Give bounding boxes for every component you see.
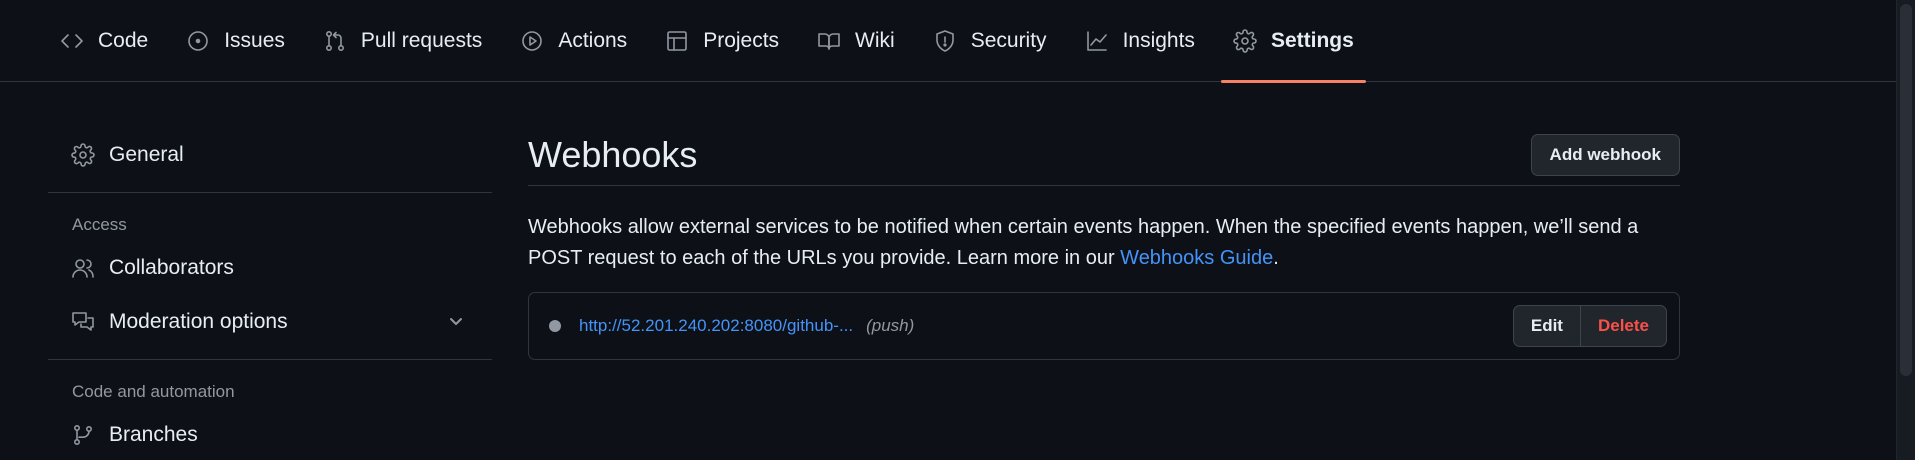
book-icon [817, 29, 841, 53]
issue-icon [186, 29, 210, 53]
nav-tab-security[interactable]: Security [921, 0, 1059, 82]
people-icon [71, 256, 95, 280]
nav-tab-label: Pull requests [360, 28, 483, 52]
comment-discussion-icon [71, 310, 95, 334]
nav-tab-label: Code [98, 28, 149, 52]
description-end: . [1273, 247, 1279, 269]
scrollbar-thumb[interactable] [1900, 4, 1912, 376]
sidebar-divider [48, 192, 492, 193]
webhook-url-link[interactable]: http://52.201.240.202:8080/github-... [579, 316, 853, 336]
edit-webhook-button[interactable]: Edit [1514, 306, 1580, 346]
nav-tab-wiki[interactable]: Wiki [805, 0, 907, 82]
repo-nav: Code Issues Pull requests Actions Projec… [0, 0, 1896, 83]
nav-tab-label: Wiki [855, 28, 895, 52]
description-text: Webhooks allow external services to be n… [528, 216, 1639, 269]
sidebar-item-label: General [109, 143, 184, 166]
sidebar-item-moderation-options[interactable]: Moderation options [48, 295, 492, 349]
webhook-actions: Edit Delete [1512, 305, 1667, 347]
pull-request-icon [323, 29, 347, 53]
nav-tab-projects[interactable]: Projects [653, 0, 791, 82]
nav-tab-pull-requests[interactable]: Pull requests [311, 0, 494, 82]
page-title: Webhooks [528, 133, 698, 175]
webhooks-main: Webhooks Add webhook Webhooks allow exte… [528, 124, 1680, 360]
nav-tab-label: Actions [558, 28, 628, 52]
git-branch-icon [71, 423, 95, 447]
play-icon [520, 29, 544, 53]
graph-icon [1085, 29, 1109, 53]
nav-tab-settings[interactable]: Settings [1220, 0, 1366, 83]
webhooks-guide-link[interactable]: Webhooks Guide [1120, 247, 1273, 269]
nav-tab-issues[interactable]: Issues [174, 0, 297, 82]
chevron-down-icon[interactable] [446, 312, 466, 332]
table-icon [665, 29, 689, 53]
sidebar-item-general[interactable]: General [48, 128, 492, 182]
nav-tab-label: Security [970, 28, 1047, 52]
nav-tab-label: Settings [1270, 28, 1354, 52]
sidebar-item-label: Collaborators [109, 256, 234, 279]
code-icon [60, 29, 84, 53]
gear-icon [71, 143, 95, 167]
sidebar-item-label: Branches [109, 423, 198, 446]
settings-sidebar: General Access Collaborators Moderation … [48, 128, 492, 460]
sidebar-heading-access: Access [72, 215, 127, 234]
webhook-events: (push) [866, 316, 915, 335]
gear-icon [1233, 28, 1257, 53]
webhook-list-item: http://52.201.240.202:8080/github-... (p… [528, 292, 1680, 360]
shield-icon [933, 29, 957, 53]
nav-tab-label: Insights [1122, 28, 1195, 52]
add-webhook-button[interactable]: Add webhook [1530, 133, 1680, 176]
delete-webhook-button[interactable]: Delete [1579, 306, 1666, 346]
page-header: Webhooks Add webhook [528, 124, 1680, 186]
sidebar-item-branches[interactable]: Branches [48, 408, 492, 460]
vertical-scrollbar[interactable] [1896, 0, 1915, 460]
webhooks-description: Webhooks allow external services to be n… [528, 212, 1678, 274]
status-dot-icon [549, 320, 561, 332]
nav-tab-label: Issues [224, 28, 285, 52]
nav-tab-actions[interactable]: Actions [508, 0, 639, 82]
sidebar-item-collaborators[interactable]: Collaborators [48, 241, 492, 295]
sidebar-item-label: Moderation options [109, 310, 288, 333]
sidebar-divider [48, 359, 492, 360]
nav-tab-label: Projects [703, 28, 780, 52]
nav-tab-insights[interactable]: Insights [1073, 0, 1207, 82]
github-settings-page: Code Issues Pull requests Actions Projec… [0, 0, 1915, 460]
sidebar-heading-code-automation: Code and automation [72, 382, 235, 401]
nav-tab-code[interactable]: Code [48, 0, 160, 82]
